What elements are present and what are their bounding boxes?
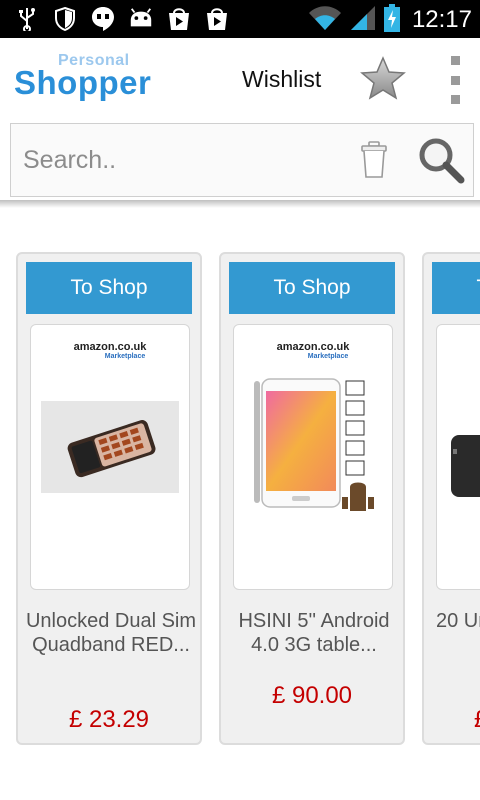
to-shop-button[interactable]: To Shop — [432, 262, 480, 314]
product-price: £ 23.29 — [68, 706, 150, 733]
shield-icon — [52, 6, 78, 32]
product-carousel[interactable]: To Shop amazon.co.uk Marketplace Unlocke… — [0, 252, 480, 747]
wifi-icon — [308, 5, 342, 35]
app-logo[interactable]: Personal Shopper — [14, 52, 154, 108]
product-price: £ — [424, 706, 480, 734]
android-icon — [128, 6, 154, 32]
search-icon[interactable] — [417, 136, 465, 184]
product-price: £ 90.00 — [271, 682, 353, 709]
search-bar — [10, 123, 474, 197]
to-shop-button[interactable]: To Shop — [229, 262, 395, 314]
clock: 12:17 — [411, 6, 472, 33]
tablet-photo — [254, 378, 374, 511]
status-bar: 12:17 — [0, 0, 480, 38]
store-subtitle: Marketplace — [307, 353, 349, 360]
toolbar-shadow — [0, 200, 480, 208]
play-store-icon — [166, 6, 192, 32]
store-name: amazon.co.uk — [73, 341, 147, 353]
page-title: Wishlist — [242, 66, 322, 92]
phone-photo — [41, 401, 179, 493]
usb-icon — [14, 6, 40, 32]
product-card[interactable]: To Shop amazon.co.uk Marketplace HSINI 5… — [219, 252, 405, 745]
battery-charging-icon — [383, 4, 400, 36]
product-title: 20 Unlo — [436, 610, 480, 632]
store-subtitle: Marketplace — [104, 353, 146, 360]
app-bar: Personal Shopper Wishlist — [0, 38, 480, 120]
notification-icons — [14, 6, 230, 32]
product-card[interactable]: To Shop amazon.co.uk Marketplace Unlocke… — [16, 252, 202, 745]
play-store-icon — [204, 6, 230, 32]
trash-icon[interactable] — [359, 140, 389, 180]
product-title: HSINI 5'' Android 4.0 3G table... — [238, 610, 390, 656]
hangouts-icon — [90, 6, 116, 32]
system-status-icons: 12:17 — [308, 4, 472, 36]
store-logo: amazon.co.uk Marketplace — [234, 341, 392, 360]
store-name: amazon.co.uk — [276, 341, 350, 353]
product-image[interactable] — [436, 324, 480, 590]
product-title: Unlocked Dual Sim Quadband RED... — [25, 610, 197, 656]
logo-main-text: Shopper — [14, 64, 152, 101]
store-logo: amazon.co.uk Marketplace — [31, 341, 189, 360]
signal-icon — [350, 5, 376, 35]
to-shop-button[interactable]: To Shop — [26, 262, 192, 314]
product-image[interactable]: amazon.co.uk Marketplace — [233, 324, 393, 590]
device-photo — [451, 435, 480, 497]
product-image[interactable]: amazon.co.uk Marketplace — [30, 324, 190, 590]
search-input[interactable] — [23, 140, 343, 180]
star-icon[interactable] — [360, 56, 406, 100]
product-card[interactable]: To Shop 20 Unlo £ — [422, 252, 480, 745]
overflow-menu-icon[interactable] — [448, 56, 462, 104]
